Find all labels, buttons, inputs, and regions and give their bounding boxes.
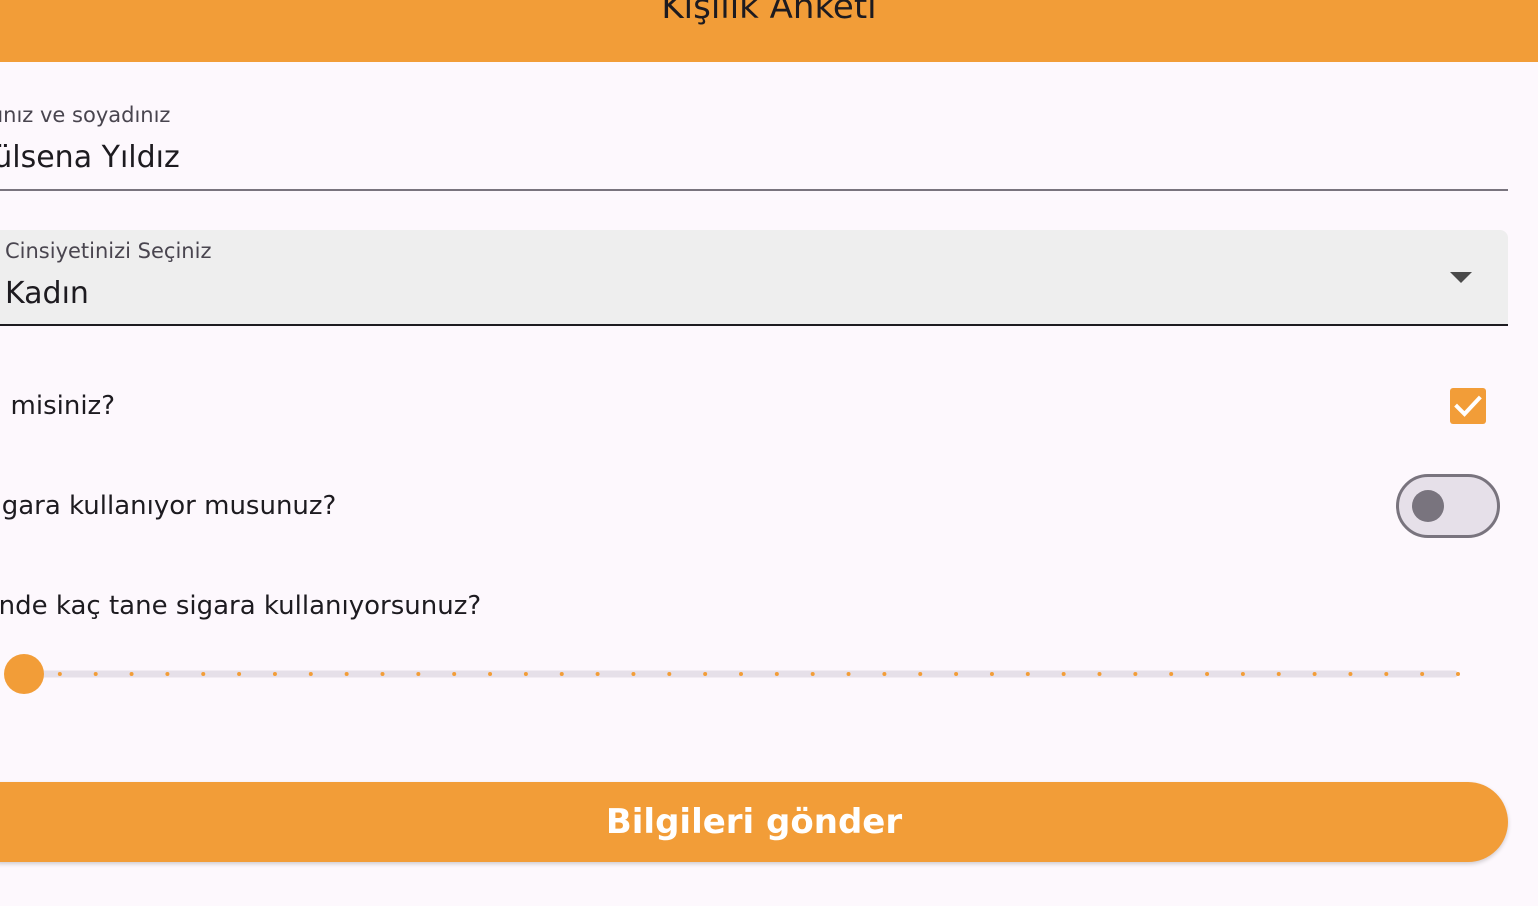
slider-tick: [93, 672, 98, 676]
dropdown-arrow-icon[interactable]: [1450, 272, 1472, 283]
checkmark-icon: [1454, 395, 1482, 417]
slider-tick: [1169, 672, 1174, 676]
gender-select-value: Kadın: [5, 276, 89, 311]
slider-tick: [882, 672, 887, 676]
slider-tick: [237, 672, 242, 676]
name-field-value[interactable]: Gülsena Yıldız: [0, 140, 180, 176]
slider-tick: [1348, 672, 1353, 676]
slider-tick: [667, 672, 672, 676]
slider-tick: [918, 672, 923, 676]
cigarettes-slider[interactable]: [0, 650, 1470, 698]
slider-tick: [523, 672, 528, 676]
slider-tick: [344, 672, 349, 676]
slider-tick: [201, 672, 206, 676]
slider-tick: [954, 672, 959, 676]
slider-tick: [1384, 672, 1389, 676]
slider-tick: [810, 672, 815, 676]
name-field[interactable]: Adınız ve soyadınız Gülsena Yıldız: [0, 98, 1508, 191]
slider-tick: [1025, 672, 1030, 676]
married-question-label: Evli misiniz?: [0, 391, 115, 421]
slider-tick: [488, 672, 493, 676]
slider-tick: [1097, 672, 1102, 676]
slider-tick: [595, 672, 600, 676]
slider-tick: [559, 672, 564, 676]
slider-tick: [1276, 672, 1281, 676]
slider-tick: [165, 672, 170, 676]
app-bar: Kişilik Anketi: [0, 0, 1538, 62]
slider-tick: [1456, 672, 1460, 676]
slider-thumb[interactable]: [4, 654, 44, 694]
slider-tick: [1205, 672, 1210, 676]
gender-select[interactable]: Cinsiyetinizi Seçiniz Kadın: [0, 230, 1508, 326]
smoking-question-label: Sigara kullanıyor musunuz?: [0, 491, 337, 521]
slider-tick: [1312, 672, 1317, 676]
slider-tick: [57, 672, 62, 676]
switch-thumb[interactable]: [1412, 490, 1444, 522]
slider-tick: [1240, 672, 1245, 676]
slider-tick: [846, 672, 851, 676]
slider-tick: [452, 672, 457, 676]
submit-button[interactable]: Bilgileri gönder: [0, 782, 1508, 862]
slider-tick: [739, 672, 743, 676]
slider-tick: [129, 672, 134, 676]
slider-tick: [416, 672, 421, 676]
submit-button-label: Bilgileri gönder: [605, 802, 903, 842]
gender-select-label: Cinsiyetinizi Seçiniz: [5, 239, 212, 263]
slider-tick: [989, 672, 994, 676]
slider-tick: [703, 672, 708, 676]
slider-tick: [1133, 672, 1138, 676]
smoking-switch[interactable]: [1396, 474, 1500, 538]
slider-tick: [1061, 672, 1066, 676]
slider-tick: [272, 672, 277, 676]
slider-tick: [1420, 672, 1425, 676]
slider-tick: [308, 672, 313, 676]
married-checkbox[interactable]: [1450, 388, 1486, 424]
slider-tick: [380, 672, 385, 676]
page-title: Kişilik Anketi: [661, 0, 877, 27]
cigarettes-question-label: Günde kaç tane sigara kullanıyorsunuz?: [0, 591, 482, 621]
slider-tick: [631, 672, 636, 676]
name-field-label: Adınız ve soyadınız: [0, 103, 171, 127]
slider-tick: [774, 672, 779, 676]
